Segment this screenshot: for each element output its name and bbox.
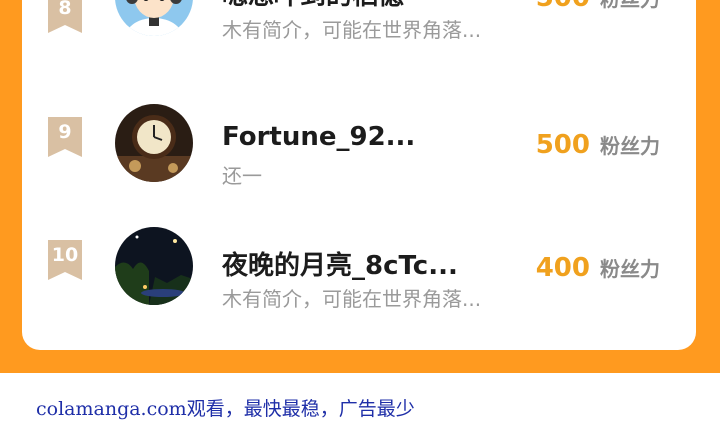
rank-badge: 8 [48,0,82,33]
user-name[interactable]: Fortune_92... [222,122,415,152]
user-name[interactable]: 嗯想吓到的栖憶 [222,0,404,12]
fans-label: 粉丝力 [600,134,660,158]
rank-number: 8 [58,0,72,19]
ranking-row[interactable]: 8 嗯想吓到的栖憶 木有简介，可能在世界角落... 500 粉丝力 [22,0,696,75]
avatar[interactable] [115,104,193,182]
avatar[interactable] [115,227,193,305]
fans-score: 500 粉丝力 [536,0,660,13]
fans-number: 500 [536,0,590,13]
user-name[interactable]: 夜晚的月亮_8cTc... [222,245,458,282]
user-description: 还一 [222,164,262,188]
rank-number: 9 [58,121,72,143]
fans-score: 500 粉丝力 [536,130,660,160]
fans-number: 500 [535,130,590,160]
rank-badge: 9 [48,117,82,157]
ranking-row[interactable]: 10 夜晚的月亮_8cTc... 木有简介，可能在世界角落... 400 粉丝力 [22,210,696,320]
rank-number: 10 [51,244,79,266]
fans-score: 400 粉丝力 [536,253,660,283]
cartoon-boy-avatar-icon [115,0,193,36]
avatar[interactable] [115,0,193,36]
night-scene-avatar-icon [115,227,193,305]
rank-badge: 10 [48,240,82,280]
ranking-row[interactable]: 9 Fortune_92... 还一 500 粉丝力 [22,87,696,197]
source-watermark-text: colamanga.com观看，最快最稳，广告最少 [36,398,415,420]
clock-photo-avatar-icon [115,104,193,182]
fans-label: 粉丝力 [600,0,660,12]
fan-ranking-card: 8 嗯想吓到的栖憶 木有简介，可能在世界角落... 500 粉丝力 [22,0,696,350]
user-description: 木有简介，可能在世界角落... [222,287,482,311]
fans-label: 粉丝力 [600,257,660,281]
user-description: 木有简介，可能在世界角落... [222,18,482,42]
fans-number: 400 [535,253,590,283]
